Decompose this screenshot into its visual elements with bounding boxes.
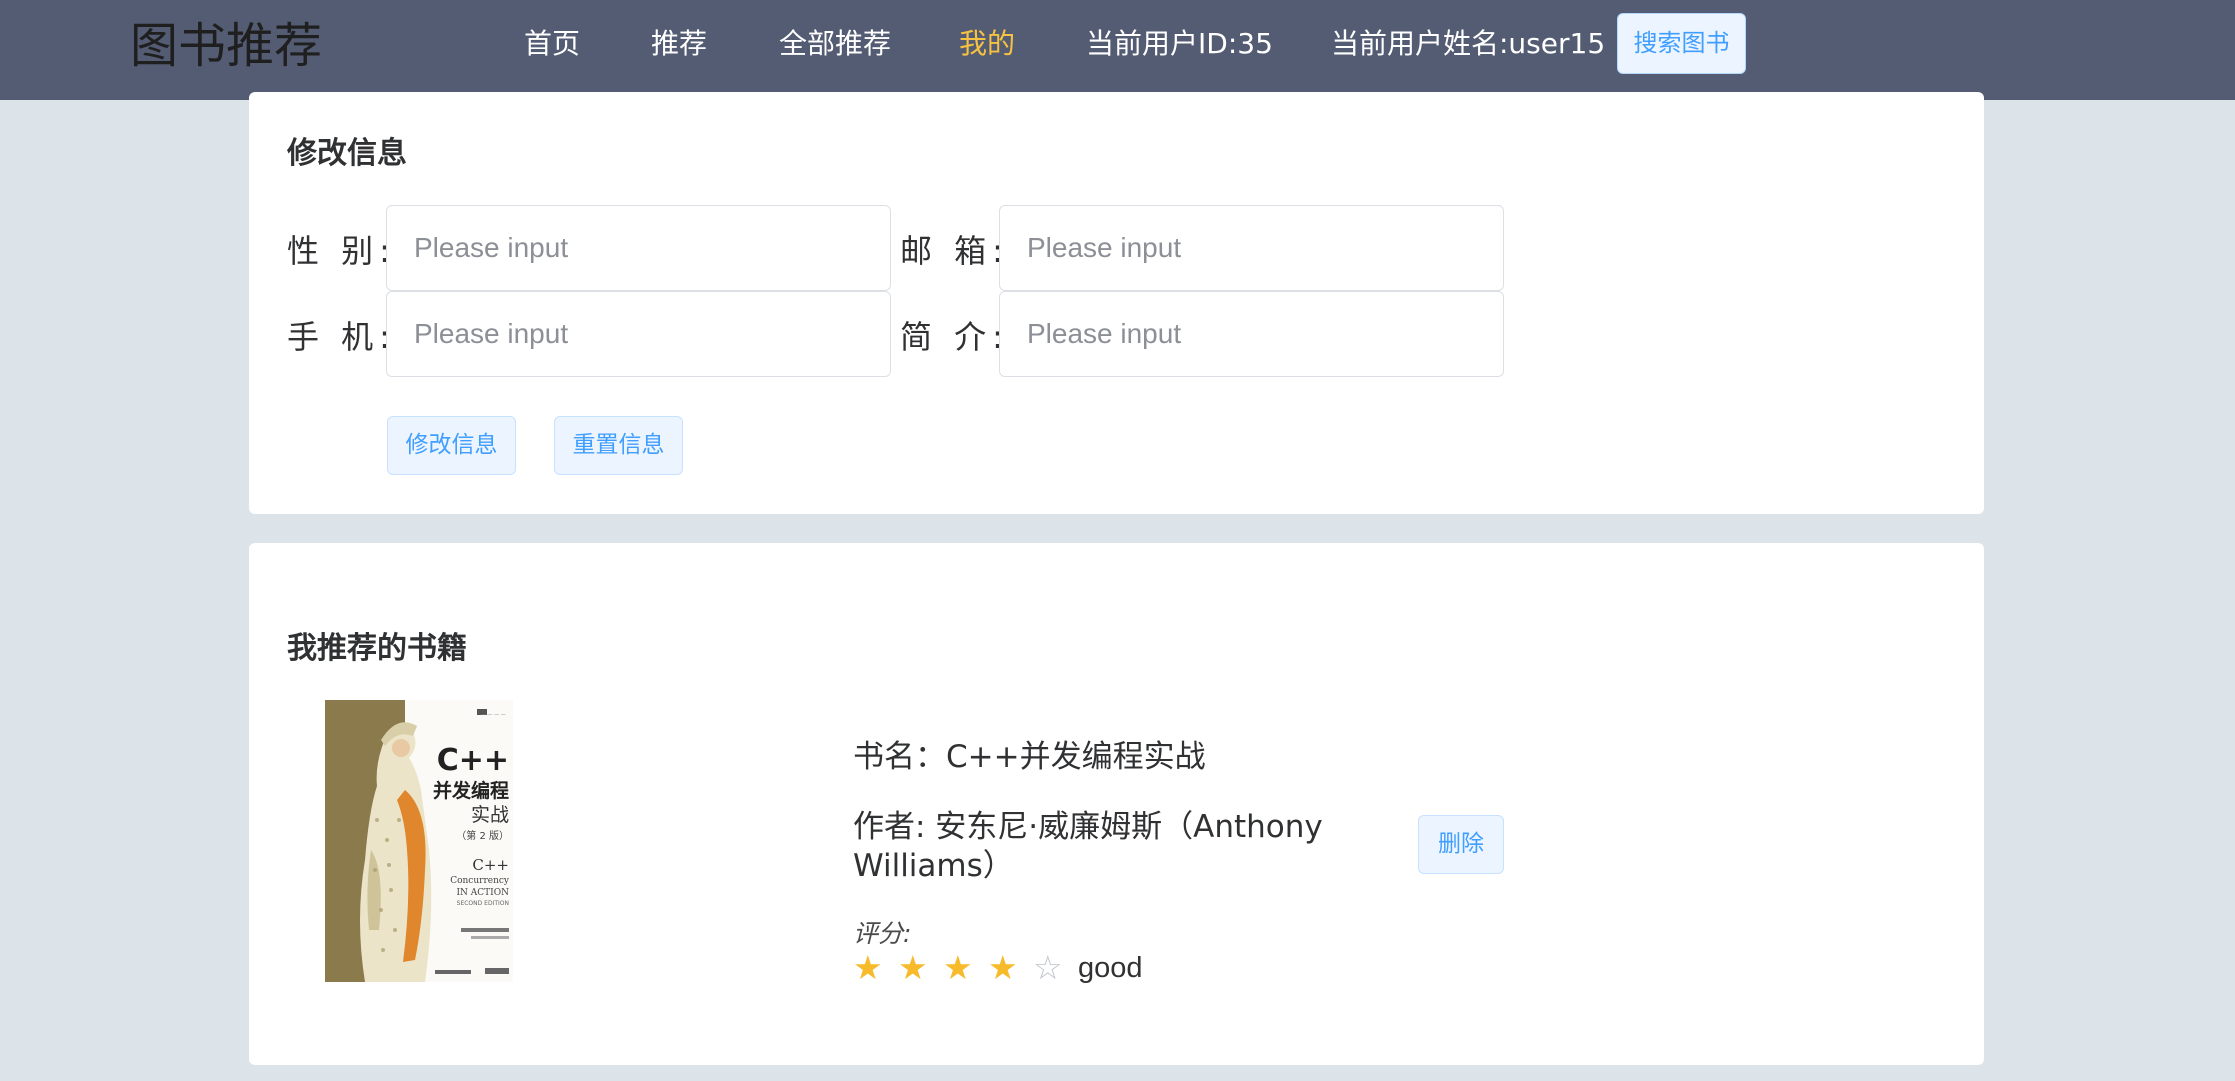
gender-input[interactable]	[386, 205, 891, 291]
site-logo[interactable]: 图书推荐	[130, 16, 322, 76]
svg-text:C++: C++	[472, 856, 509, 874]
bio-label: 简 介:	[900, 318, 1009, 356]
nav-mine[interactable]: 我的	[959, 0, 1015, 100]
nav-recommend[interactable]: 推荐	[651, 0, 707, 100]
book-cover-art: — — — — C++ 并发编程 实战 （第 2 版） C++ Concurre…	[325, 700, 513, 982]
star-icon-2[interactable]: ★	[898, 951, 928, 985]
edit-profile-title: 修改信息	[287, 136, 407, 171]
edit-profile-card: 修改信息 性 别: 邮 箱: 手 机: 简 介: 修改信息 重置信息	[249, 92, 1984, 514]
phone-label: 手 机:	[287, 318, 396, 356]
bio-input[interactable]	[999, 291, 1504, 377]
delete-book-button[interactable]: 删除	[1418, 815, 1504, 874]
book-name: 书名：C++并发编程实战	[853, 739, 1206, 775]
star-icon-5[interactable]: ☆	[1033, 951, 1063, 985]
top-navbar: 图书推荐 首页 推荐 全部推荐 我的 当前用户ID:35 当前用户姓名:user…	[0, 0, 2235, 100]
email-input[interactable]	[999, 205, 1504, 291]
book-author-line-2: Williams）	[853, 848, 1014, 884]
submit-profile-button[interactable]: 修改信息	[387, 416, 516, 475]
book-cover-image: — — — — C++ 并发编程 实战 （第 2 版） C++ Concurre…	[325, 700, 513, 982]
svg-text:C++: C++	[437, 743, 509, 778]
svg-text:（第 2 版）: （第 2 版）	[456, 829, 509, 842]
reset-profile-button[interactable]: 重置信息	[554, 416, 683, 475]
gender-label: 性 别:	[287, 232, 396, 270]
svg-text:— — — —: — — — —	[481, 712, 506, 718]
email-label: 邮 箱:	[900, 232, 1009, 270]
phone-input[interactable]	[386, 291, 891, 377]
svg-text:Concurrency: Concurrency	[450, 876, 510, 886]
svg-text:并发编程: 并发编程	[433, 779, 509, 802]
current-user-name: 当前用户姓名:user15	[1331, 27, 1606, 60]
search-books-button[interactable]: 搜索图书	[1617, 13, 1746, 74]
my-books-card: 我推荐的书籍 — — — — C++ 并发编程 实战 （第 2 版） C++ C…	[249, 543, 1984, 1065]
current-user-id: 当前用户ID:35	[1086, 27, 1273, 60]
nav-home[interactable]: 首页	[524, 0, 580, 100]
my-books-title: 我推荐的书籍	[287, 631, 467, 666]
star-icon-3[interactable]: ★	[943, 951, 973, 985]
rating-label: 评分:	[853, 919, 912, 948]
svg-text:IN ACTION: IN ACTION	[457, 888, 510, 898]
rating-text: good	[1078, 952, 1143, 984]
svg-text:实战: 实战	[471, 804, 509, 826]
star-icon-1[interactable]: ★	[853, 951, 883, 985]
star-icon-4[interactable]: ★	[988, 951, 1018, 985]
svg-text:SECOND EDITION: SECOND EDITION	[457, 900, 509, 907]
nav-all-recommend[interactable]: 全部推荐	[779, 0, 891, 100]
